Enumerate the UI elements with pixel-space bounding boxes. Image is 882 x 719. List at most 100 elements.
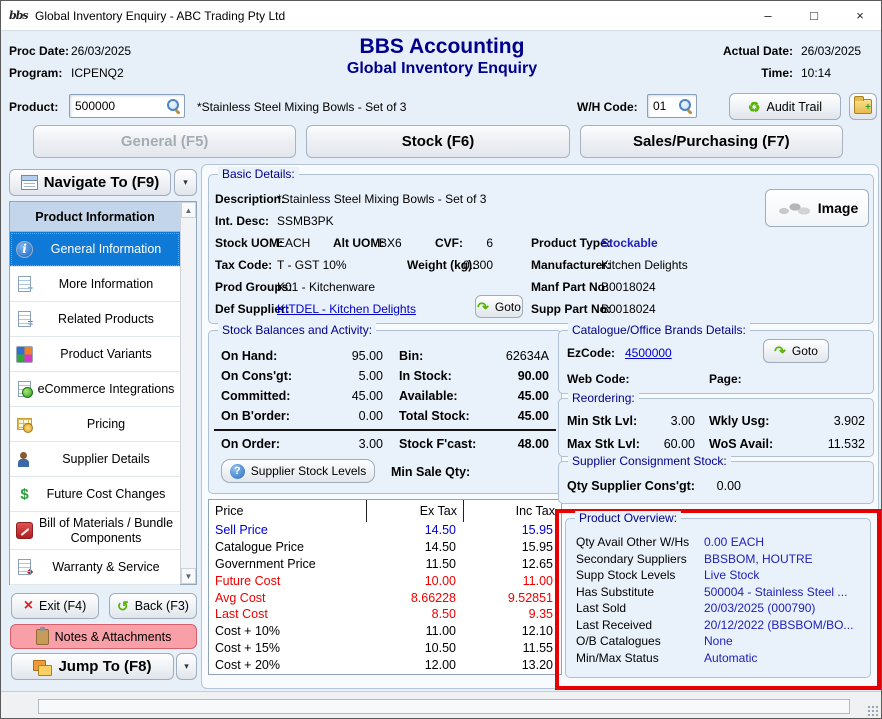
ezcode-label: EzCode: [567,345,615,361]
sidebar-item-label: eCommerce Integrations [34,382,178,396]
navigate-to-dropdown[interactable]: ▾ [174,169,197,196]
wh-code-value: 01 [648,99,679,113]
stock-row: On Cons'gt:5.00In Stock:90.00 [211,366,559,386]
product-search-icon[interactable] [167,99,181,113]
supplier-stock-levels-label: Supplier Stock Levels [251,464,366,478]
overview-label: Has Substitute [576,585,704,599]
wkly-usg-value: 3.902 [795,414,865,428]
scroll-up-icon[interactable]: ▲ [181,202,196,218]
sidebar-item-pricing[interactable]: Pricing [10,407,180,442]
resize-grip[interactable] [866,704,879,717]
ezcode-link[interactable]: 4500000 [625,345,672,361]
price-row-label: Cost + 15% [209,641,367,655]
new-enquiry-button[interactable]: + [849,93,877,120]
goto-arrow-icon: ↷ [477,300,489,314]
sidebar-item-related-products[interactable]: =Related Products [10,302,180,337]
image-button[interactable]: Image [765,189,869,227]
min-stk-label: Min Stk Lvl: [567,414,645,428]
price-row: Cost + 15%10.5011.55 [209,640,561,657]
overview-value: 500004 - Stainless Steel ... [704,585,860,599]
overview-row: Supp Stock LevelsLive Stock [568,567,868,584]
jump-to-button[interactable]: Jump To (F8) [11,653,174,680]
price-inc-tax: 12.65 [464,557,561,571]
tax-code-value: T - GST 10% [277,257,347,273]
wh-code-search-icon[interactable] [679,99,693,113]
audit-trail-button[interactable]: ♻ Audit Trail [729,93,841,120]
overview-label: O/B Catalogues [576,634,704,648]
product-input[interactable]: 500000 [69,94,185,118]
scroll-down-icon[interactable]: ▼ [181,568,196,584]
stock-label: Available: [383,389,501,403]
supplier-goto-button[interactable]: ↷ Goto [475,295,523,318]
audit-trail-label: Audit Trail [766,100,822,114]
manf-part-value: B0018024 [601,279,656,295]
price-row: Sell Price14.5015.95 [209,522,561,539]
qty-consignment-value: 0.00 [691,478,741,494]
sidebar-item-label: Product Variants [34,347,178,361]
product-type-label: Product Type: [531,235,611,251]
sidebar-item-label: General Information [34,242,178,256]
alt-uom-label: Alt UOM: [333,235,384,251]
price-row: Avg Cost8.662289.52851 [209,589,561,606]
stock-label: In Stock: [383,369,501,383]
stock-value: 95.00 [321,349,383,363]
navigate-to-button[interactable]: Navigate To (F9) [9,169,171,196]
ezcode-goto-arrow-icon: ↷ [774,344,786,358]
max-stk-label: Max Stk Lvl: [567,437,645,451]
sidebar-item-more-information[interactable]: +More Information [10,267,180,302]
question-icon: ? [230,464,245,479]
wh-code-input[interactable]: 01 [647,94,697,118]
ezcode-goto-button[interactable]: ↷ Goto [763,339,829,363]
price-table-body: Sell Price14.5015.95Catalogue Price14.50… [209,522,561,673]
price-row-label: Catalogue Price [209,540,367,554]
stock-balances-section: Stock Balances and Activity: On Hand:95.… [208,330,562,494]
stock-value: 45.00 [321,389,383,403]
navigate-to-label: Navigate To (F9) [44,174,160,191]
jump-to-dropdown[interactable]: ▾ [176,653,197,680]
sidebar-item-label: Future Cost Changes [34,487,178,501]
stock-row: On B'order:0.00Total Stock:45.00 [211,406,559,426]
stock-label: Stock F'cast: [383,437,501,451]
minimize-button[interactable]: – [745,1,791,30]
price-row-label: Cost + 20% [209,658,367,672]
status-bar [1,691,882,719]
more-information-icon: + [16,276,33,293]
catalogue-section: Catalogue/Office Brands Details: EzCode:… [558,330,874,394]
sidebar-item-bill-of-materials[interactable]: Bill of Materials / Bundle Components [10,512,180,550]
reordering-row: Max Stk Lvl: 60.00 WoS Avail: 11.532 [559,432,873,455]
price-table: PriceEx TaxInc Tax Sell Price14.5015.95C… [208,499,562,675]
stock-label: On Cons'gt: [221,369,321,383]
close-button[interactable]: × [837,1,882,30]
price-row-label: Government Price [209,557,367,571]
sidebar-item-warranty-service[interactable]: ◆Warranty & Service [10,550,180,585]
weight-value: 0.300 [455,257,493,273]
sidebar-item-ecommerce-integrations[interactable]: eCommerce Integrations [10,372,180,407]
notes-attachments-button[interactable]: Notes & Attachments [10,624,197,649]
overview-rows: Qty Avail Other W/Hs0.00 EACHSecondary S… [568,534,868,666]
price-row: Catalogue Price14.5015.95 [209,539,561,556]
supp-part-value: B0018024 [601,301,656,317]
sidebar-item-product-variants[interactable]: Product Variants [10,337,180,372]
back-button[interactable]: ↺ Back (F3) [109,593,197,619]
overview-label: Min/Max Status [576,651,704,665]
sidebar-item-label: Pricing [34,417,178,431]
tab-general-f5[interactable]: General (F5) [33,125,296,158]
manf-part-label: Manf Part No: [531,279,609,295]
price-ex-tax: 12.00 [367,658,464,672]
def-supplier-link[interactable]: KITDEL - Kitchen Delights [277,301,416,317]
overview-value: 20/03/2025 (000790) [704,601,860,615]
exit-button[interactable]: × Exit (F4) [11,593,99,619]
sidebar-item-general-information[interactable]: iGeneral Information [10,232,180,267]
app-icon: bbs [9,9,27,22]
page-label: Page: [709,371,742,387]
price-inc-tax: 12.10 [464,624,561,638]
maximize-button[interactable]: □ [791,1,837,30]
sidebar-item-label: Related Products [34,312,178,326]
sidebar-item-supplier-details[interactable]: Supplier Details [10,442,180,477]
sidebar-item-future-cost-changes[interactable]: $Future Cost Changes [10,477,180,512]
supplier-stock-levels-button[interactable]: ? Supplier Stock Levels [221,459,375,483]
tab-sales-purchasing-f7[interactable]: Sales/Purchasing (F7) [580,125,843,158]
tab-stock-f6[interactable]: Stock (F6) [306,125,569,158]
sidebar-scrollbar[interactable]: ▲ ▼ [180,202,196,584]
overview-label: Supp Stock Levels [576,568,704,582]
